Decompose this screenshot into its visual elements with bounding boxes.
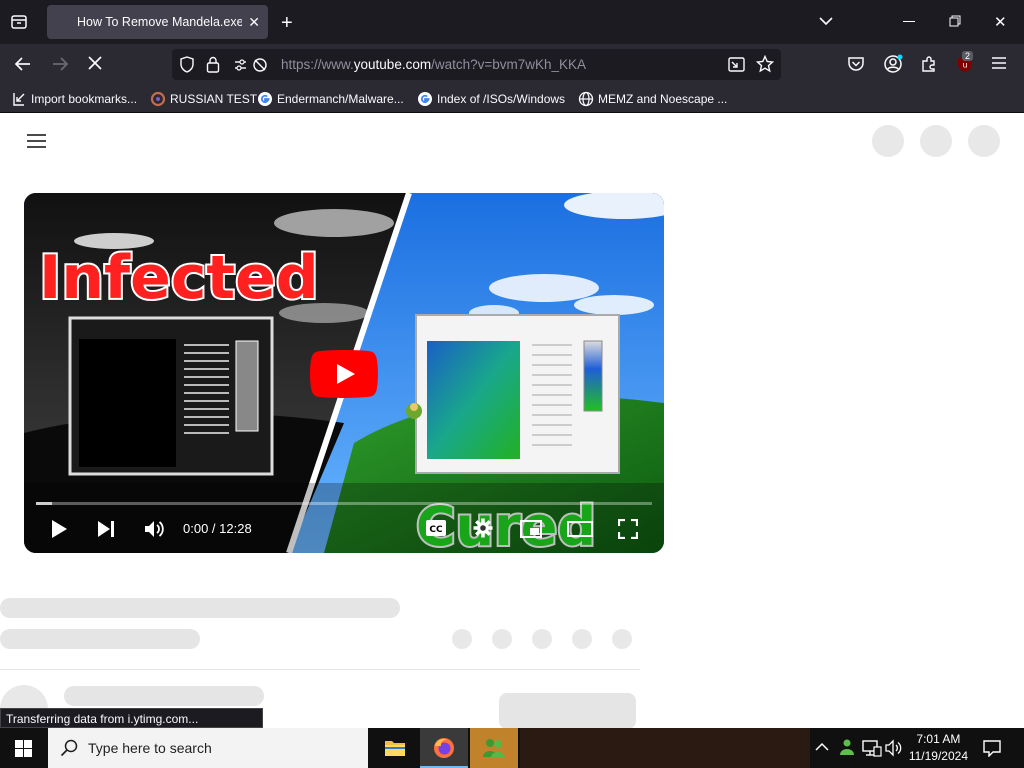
- theater-mode-icon[interactable]: [567, 521, 593, 537]
- header-placeholder-circle: [968, 125, 1000, 157]
- tab-overview-icon[interactable]: [10, 13, 28, 31]
- taskbar-app[interactable]: [470, 728, 518, 768]
- url-bar[interactable]: https://www.youtube.com/watch?v=bvm7wKh_…: [172, 49, 781, 80]
- progress-buffered: [36, 502, 52, 505]
- miniplayer-icon[interactable]: [520, 520, 542, 538]
- bookmark-star-icon[interactable]: [756, 55, 774, 73]
- status-bar: Transferring data from i.ytimg.com...: [0, 708, 263, 728]
- svg-text:u: u: [962, 61, 967, 70]
- bookmark-label: Import bookmarks...: [31, 92, 138, 106]
- permissions-icon[interactable]: [234, 57, 268, 73]
- tab-title: How To Remove Mandela.exe (: [77, 15, 242, 29]
- taskbar-wallpaper-strip: [520, 728, 810, 768]
- taskbar-clock[interactable]: 7:01 AM 11/19/2024: [909, 731, 968, 765]
- nav-bar: https://www.youtube.com/watch?v=bvm7wKh_…: [0, 44, 1024, 84]
- search-placeholder: Type here to search: [88, 740, 212, 756]
- bookmarks-bar: Import bookmarks... RUSSIAN TEST Enderma…: [0, 84, 1024, 113]
- bookmark-index-isos[interactable]: Index of /ISOs/Windows: [417, 91, 565, 107]
- close-tab-icon[interactable]: ✕: [248, 14, 260, 31]
- clock-date: 11/19/2024: [908, 749, 968, 763]
- time-display: 0:00 / 12:28: [183, 521, 252, 536]
- firefox-icon: [434, 738, 454, 758]
- pocket-icon[interactable]: [847, 55, 865, 73]
- bookmark-label: MEMZ and Noescape ...: [598, 92, 728, 106]
- url-text[interactable]: https://www.youtube.com/watch?v=bvm7wKh_…: [281, 57, 586, 72]
- windows-start-icon[interactable]: [15, 740, 32, 757]
- hamburger-menu-icon[interactable]: [27, 134, 46, 148]
- globe-icon: [578, 91, 594, 107]
- action-placeholder: [492, 629, 512, 649]
- import-icon: [13, 93, 25, 106]
- title-placeholder: [0, 598, 400, 618]
- bookmark-label: Endermanch/Malware...: [277, 92, 404, 106]
- clock-time: 7:01 AM: [916, 732, 961, 746]
- svg-text:CC: CC: [429, 525, 443, 535]
- tab-bar: How To Remove Mandela.exe ( ✕ + ✕: [0, 0, 1024, 44]
- google-icon: [418, 92, 432, 106]
- taskbar-file-explorer[interactable]: [372, 728, 418, 768]
- site-icon: [150, 91, 166, 107]
- action-placeholder: [452, 629, 472, 649]
- thumbnail-infected-text: Infected: [39, 243, 319, 313]
- minimize-icon[interactable]: [903, 21, 915, 22]
- back-icon[interactable]: [14, 55, 32, 73]
- lock-icon[interactable]: [206, 56, 220, 73]
- action-placeholder: [612, 629, 632, 649]
- search-icon: [60, 739, 78, 757]
- show-hidden-icons[interactable]: [815, 741, 829, 753]
- subscribe-placeholder: [499, 693, 636, 728]
- taskbar-search[interactable]: Type here to search: [48, 728, 368, 768]
- bookmark-memz[interactable]: MEMZ and Noescape ...: [578, 91, 727, 107]
- network-icon[interactable]: [862, 739, 882, 757]
- new-tab-icon[interactable]: +: [281, 12, 293, 35]
- shield-icon[interactable]: [179, 56, 195, 73]
- account-icon[interactable]: [883, 54, 903, 74]
- speaker-icon[interactable]: [885, 739, 903, 757]
- play-button[interactable]: [310, 350, 378, 398]
- menu-icon[interactable]: [991, 56, 1007, 70]
- divider: [0, 669, 640, 670]
- bookmark-import[interactable]: Import bookmarks...: [11, 91, 137, 107]
- play-control-icon[interactable]: [51, 520, 67, 538]
- header-placeholder-circle: [872, 125, 904, 157]
- volume-icon[interactable]: [144, 519, 164, 539]
- bookmark-label: RUSSIAN TEST: [170, 92, 258, 106]
- header-placeholder-circle: [920, 125, 952, 157]
- action-placeholder: [572, 629, 592, 649]
- taskbar-firefox[interactable]: [420, 728, 468, 768]
- settings-gear-icon[interactable]: [473, 518, 493, 538]
- stop-loading-icon[interactable]: [87, 55, 103, 71]
- windows-taskbar: Type here to search 7:01 AM 11/19/2024: [0, 728, 1024, 768]
- folder-icon: [385, 741, 405, 756]
- next-video-icon[interactable]: [97, 520, 115, 538]
- restore-icon[interactable]: [949, 15, 961, 27]
- channel-placeholder: [0, 629, 200, 649]
- owner-placeholder: [64, 686, 264, 706]
- extensions-icon[interactable]: [920, 55, 938, 73]
- bookmark-endermanch[interactable]: Endermanch/Malware...: [257, 91, 404, 107]
- url-domain: youtube.com: [353, 57, 432, 72]
- url-prefix: https://www.: [281, 57, 354, 72]
- bookmark-label: Index of /ISOs/Windows: [437, 92, 566, 106]
- fullscreen-icon[interactable]: [618, 519, 638, 539]
- forward-icon[interactable]: [51, 55, 69, 73]
- google-icon: [258, 92, 272, 106]
- users-icon: [483, 739, 505, 758]
- bookmark-russian-test[interactable]: RUSSIAN TEST: [150, 91, 257, 107]
- close-window-icon[interactable]: ✕: [994, 13, 1007, 31]
- progress-track[interactable]: [36, 502, 652, 505]
- reader-view-icon[interactable]: [728, 56, 745, 73]
- extension-badge: 2: [962, 51, 974, 61]
- subtitles-icon[interactable]: CC: [425, 519, 447, 537]
- url-suffix: /watch?v=bvm7wKh_KKA: [431, 57, 587, 72]
- active-tab[interactable]: How To Remove Mandela.exe ( ✕: [47, 5, 268, 39]
- video-player[interactable]: Infected Cured 0:00 / 12:28 CC: [24, 193, 664, 553]
- action-placeholder: [532, 629, 552, 649]
- page-content: Infected Cured 0:00 / 12:28 CC: [0, 113, 1024, 728]
- notifications-icon[interactable]: [983, 739, 1001, 757]
- tray-users-icon[interactable]: [838, 738, 856, 756]
- list-tabs-icon[interactable]: [818, 13, 834, 29]
